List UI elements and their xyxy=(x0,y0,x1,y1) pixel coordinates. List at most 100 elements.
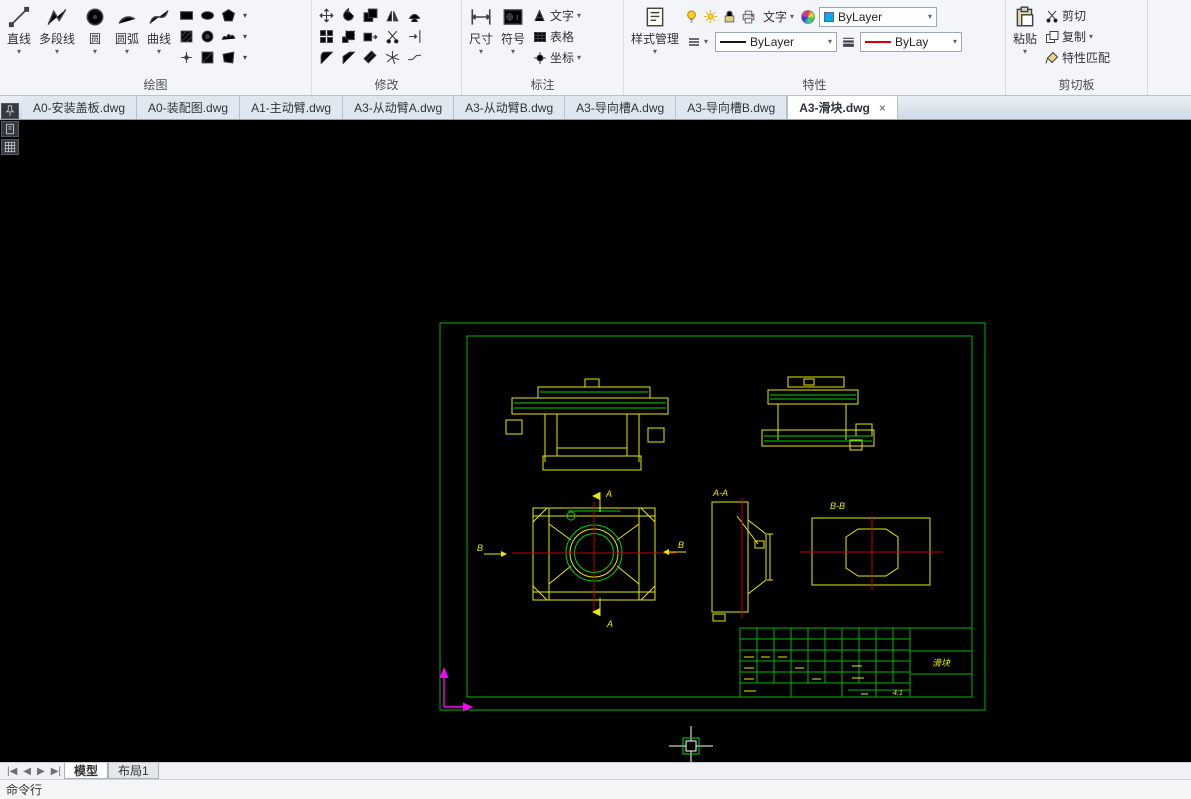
linetype-preview xyxy=(720,40,747,43)
doc-tab-0[interactable]: A0-安装盖板.dwg xyxy=(22,96,138,119)
doc-tab-5[interactable]: A3-导向槽A.dwg xyxy=(565,96,677,119)
copy-object-icon[interactable] xyxy=(360,5,380,25)
rotate-icon[interactable] xyxy=(338,5,358,25)
doc-tab-1[interactable]: A0-装配图.dwg xyxy=(137,96,241,119)
lineweight-icon xyxy=(841,34,856,49)
prev-sheet-button[interactable]: ◀ xyxy=(20,763,34,779)
caret-down-icon: ▾ xyxy=(511,47,516,56)
arc-icon xyxy=(115,5,139,29)
coordinate-button[interactable]: 坐标 ▾ xyxy=(530,47,584,68)
doc-tab-6[interactable]: A3-导向槽B.dwg xyxy=(676,96,788,119)
text-icon xyxy=(533,8,547,23)
hamburger-icon xyxy=(687,35,701,49)
layer-on-bulb-icon[interactable] xyxy=(684,9,699,24)
cad-application: 直线 ▾ 多段线 ▾ 圆 ▾ 圆弧 ▾ 曲线 ▾ ▾ ▾ ▾ 绘图 修改 尺寸 … xyxy=(0,0,1191,799)
caret-down-icon[interactable]: ▾ xyxy=(239,47,251,67)
wipeout-icon[interactable] xyxy=(218,47,238,67)
move-icon[interactable] xyxy=(316,5,336,25)
view-plan: A A B B xyxy=(477,489,686,629)
command-line[interactable]: 命令行 xyxy=(0,779,1191,799)
lineweight-preview xyxy=(865,40,892,43)
color-wheel-icon[interactable] xyxy=(801,9,816,24)
cut-button[interactable]: 剪切 xyxy=(1042,5,1113,26)
view-label-b-right: B xyxy=(678,540,684,550)
polyline-button[interactable]: 多段线 ▾ xyxy=(36,3,78,56)
break-icon[interactable] xyxy=(404,47,424,67)
mirror-icon[interactable] xyxy=(382,5,402,25)
layer-plot-printer-icon[interactable] xyxy=(741,9,756,24)
spline-icon xyxy=(147,5,171,29)
extend-icon[interactable] xyxy=(404,26,424,46)
view-section-bb: B-B xyxy=(800,501,942,590)
cad-drawing[interactable]: A A B B A-A B-B 滑块 4:1 xyxy=(0,120,1191,762)
first-sheet-button[interactable]: |◀ xyxy=(4,763,20,779)
tab-close-icon[interactable]: × xyxy=(879,101,886,115)
doc-tab-3[interactable]: A3-从动臂A.dwg xyxy=(343,96,455,119)
caret-down-icon: ▾ xyxy=(653,47,658,56)
scale-icon[interactable] xyxy=(338,26,358,46)
layer-lock-icon[interactable] xyxy=(722,9,737,24)
caret-down-icon[interactable]: ▾ xyxy=(239,5,251,25)
donut-icon[interactable] xyxy=(197,26,217,46)
doc-tab-active[interactable]: A3-滑块.dwg × xyxy=(787,96,898,119)
symbol-button[interactable]: 符号 ▾ xyxy=(498,3,528,56)
grid-icon[interactable] xyxy=(1,139,19,155)
last-sheet-button[interactable]: ▶| xyxy=(48,763,64,779)
array-icon[interactable] xyxy=(316,26,336,46)
stretch-icon[interactable] xyxy=(360,26,380,46)
side-toolbar-strip xyxy=(1,103,20,155)
text-button[interactable]: 文字 ▾ xyxy=(530,5,584,26)
trim-icon[interactable] xyxy=(382,26,402,46)
panel-label-clipboard: 剪切板 xyxy=(1058,78,1095,92)
match-properties-button[interactable]: 特性匹配 xyxy=(1042,47,1113,68)
doc-tab-2[interactable]: A1-主动臂.dwg xyxy=(240,96,344,119)
panel-label-properties: 特性 xyxy=(802,78,827,92)
match-properties-brush-icon xyxy=(1045,51,1059,65)
copy-button[interactable]: 复制 ▾ xyxy=(1042,26,1113,47)
caret-down-icon: ▾ xyxy=(1089,32,1094,41)
circle-icon xyxy=(83,5,107,29)
paste-button[interactable]: 粘贴 ▾ xyxy=(1010,3,1040,56)
lineweight-combo[interactable]: ByLay ▾ xyxy=(860,31,963,52)
drawing-canvas[interactable]: A A B B A-A B-B 滑块 4:1 xyxy=(0,103,1191,762)
dimension-button[interactable]: 尺寸 ▾ xyxy=(466,3,496,56)
panel-menu-button[interactable]: ▾ xyxy=(684,31,711,52)
arc-button[interactable]: 圆弧 ▾ xyxy=(112,3,142,56)
line-button[interactable]: 直线 ▾ xyxy=(4,3,34,56)
fillet-icon[interactable] xyxy=(316,47,336,67)
circle-button[interactable]: 圆 ▾ xyxy=(80,3,110,56)
layout1-tab[interactable]: 布局1 xyxy=(108,763,159,779)
layer-thaw-sun-icon[interactable] xyxy=(703,9,718,24)
hatch-icon[interactable] xyxy=(176,26,196,46)
page-icon[interactable] xyxy=(1,121,19,137)
erase-icon[interactable] xyxy=(360,47,380,67)
doc-tab-4[interactable]: A3-从动臂B.dwg xyxy=(454,96,566,119)
caret-down-icon: ▾ xyxy=(1023,47,1028,56)
caret-down-icon: ▾ xyxy=(157,47,162,56)
caret-down-icon: ▾ xyxy=(17,47,22,56)
caret-down-icon: ▾ xyxy=(125,47,130,56)
explode-icon[interactable] xyxy=(382,47,402,67)
revision-cloud-icon[interactable] xyxy=(218,26,238,46)
layer-text-dropdown[interactable]: 文字 ▾ xyxy=(760,6,797,27)
spline-button[interactable]: 曲线 ▾ xyxy=(144,3,174,56)
model-layout-bar: |◀ ◀ ▶ ▶| 模型 布局1 xyxy=(0,762,1191,779)
model-tab[interactable]: 模型 xyxy=(64,763,109,779)
caret-down-icon[interactable]: ▾ xyxy=(239,26,251,46)
chamfer-icon[interactable] xyxy=(338,47,358,67)
rectangle-icon[interactable] xyxy=(176,5,196,25)
pin-icon[interactable] xyxy=(1,103,19,119)
point-icon[interactable] xyxy=(176,47,196,67)
region-icon[interactable] xyxy=(197,47,217,67)
linetype-combo[interactable]: ByLayer ▾ xyxy=(715,31,838,52)
polygon-icon[interactable] xyxy=(218,5,238,25)
color-combo[interactable]: ByLayer ▾ xyxy=(819,6,938,27)
next-sheet-button[interactable]: ▶ xyxy=(34,763,48,779)
offset-icon[interactable] xyxy=(404,5,424,25)
ellipse-icon[interactable] xyxy=(197,5,217,25)
section-aa-label: A-A xyxy=(712,488,728,498)
crosshair xyxy=(669,726,713,762)
draw-extra-grid: ▾ ▾ ▾ xyxy=(176,5,251,67)
table-button[interactable]: 表格 xyxy=(530,26,584,47)
style-manager-button[interactable]: 样式管理 ▾ xyxy=(628,3,682,56)
